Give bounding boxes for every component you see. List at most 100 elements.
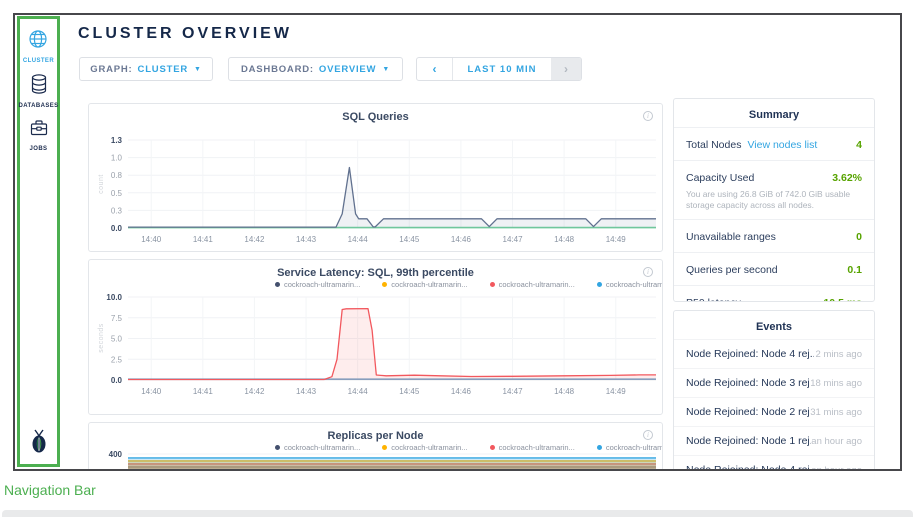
svg-text:14:47: 14:47 — [503, 387, 524, 396]
app-window: CLUSTER DATABASES — [13, 13, 902, 471]
sidebar-item-jobs[interactable]: JOBS — [29, 118, 49, 152]
replicas-per-node-chart-card: Replicas per Node i cockroach-ultramarin… — [88, 422, 663, 471]
svg-text:14:46: 14:46 — [451, 387, 472, 396]
events-panel: Events Node Rejoined: Node 4 rej...2 min… — [673, 310, 875, 471]
svg-text:0.8: 0.8 — [111, 171, 123, 180]
time-next-button-disabled: › — [551, 58, 581, 80]
svg-text:14:44: 14:44 — [348, 387, 369, 396]
event-row[interactable]: Node Rejoined: Node 4 rej...an hour ago — [674, 455, 874, 471]
chart-plot: 10.0 7.5 5.0 2.5 0.0 14:40 14:41 14:42 14:43 14:4… — [89, 260, 662, 415]
svg-text:5.0: 5.0 — [111, 335, 123, 344]
summary-panel: Summary Total Nodes View nodes list 4 Capac… — [673, 98, 875, 302]
event-time: 18 mins ago — [810, 378, 862, 389]
svg-text:0.5: 0.5 — [111, 189, 123, 198]
sidebar-item-label: CLUSTER — [23, 58, 54, 64]
summary-row-label: P50 latency — [686, 297, 741, 302]
summary-row-value: 10.5 ms — [823, 297, 862, 302]
chevron-down-icon: ▼ — [194, 66, 202, 73]
svg-text:14:43: 14:43 — [296, 387, 317, 396]
svg-text:0.3: 0.3 — [111, 206, 123, 215]
sidebar-item-databases[interactable]: DATABASES — [18, 73, 58, 109]
cockroachdb-logo — [26, 428, 52, 459]
svg-text:14:43: 14:43 — [296, 235, 317, 244]
dashboard-dropdown-label: DASHBOARD: — [241, 64, 314, 75]
svg-text:10.0: 10.0 — [106, 293, 122, 302]
svg-text:14:40: 14:40 — [141, 387, 162, 396]
event-row[interactable]: Node Rejoined: Node 1 rej...an hour ago — [674, 426, 874, 455]
summary-row-label: Queries per second — [686, 264, 778, 276]
page-bottom-bar — [2, 510, 913, 517]
service-latency-chart-card: Service Latency: SQL, 99th percentile i … — [88, 259, 663, 415]
svg-text:400: 400 — [109, 450, 123, 459]
event-row[interactable]: Node Rejoined: Node 3 rej...18 mins ago — [674, 368, 874, 397]
svg-text:2.5: 2.5 — [111, 355, 123, 364]
time-prev-button[interactable]: ‹ — [417, 58, 453, 80]
svg-text:0.0: 0.0 — [111, 224, 123, 233]
navigation-bar: CLUSTER DATABASES — [17, 16, 60, 467]
summary-row: Unavailable ranges 0 — [674, 219, 874, 252]
event-row[interactable]: Node Rejoined: Node 2 rej...31 mins ago — [674, 397, 874, 426]
summary-row-label: Capacity Used — [686, 172, 754, 184]
event-time: an hour ago — [811, 465, 862, 472]
summary-row-label: Total Nodes — [686, 139, 741, 151]
dashboard-dropdown[interactable]: DASHBOARD: OVERVIEW ▼ — [228, 57, 403, 81]
time-range-value[interactable]: LAST 10 MIN — [453, 58, 551, 80]
svg-text:1.3: 1.3 — [111, 136, 123, 145]
event-row[interactable]: Node Rejoined: Node 4 rej...2 mins ago — [674, 339, 874, 368]
chart-plot: 1.3 1.0 0.8 0.5 0.3 0.0 14:40 14:41 14:42 14:43 14… — [89, 104, 662, 252]
svg-text:14:45: 14:45 — [399, 235, 420, 244]
svg-text:14:45: 14:45 — [399, 387, 420, 396]
view-nodes-list-link[interactable]: View nodes list — [747, 139, 817, 151]
svg-text:14:41: 14:41 — [193, 387, 214, 396]
svg-text:14:48: 14:48 — [554, 235, 575, 244]
summary-row: Total Nodes View nodes list 4 — [674, 127, 874, 160]
summary-row: P50 latency 10.5 ms — [674, 285, 874, 302]
svg-text:14:40: 14:40 — [141, 235, 162, 244]
events-title: Events — [674, 311, 874, 339]
summary-row-label: Unavailable ranges — [686, 231, 776, 243]
summary-row: Queries per second 0.1 — [674, 252, 874, 285]
event-time: 31 mins ago — [810, 407, 862, 418]
sidebar-item-label: DATABASES — [18, 103, 58, 109]
svg-text:count: count — [98, 174, 105, 194]
sql-queries-chart-card: SQL Queries i 1.31.00.80.50.30.014:4014:… — [88, 103, 663, 252]
event-text: Node Rejoined: Node 4 rej... — [686, 348, 814, 360]
svg-text:14:47: 14:47 — [503, 235, 524, 244]
chevron-down-icon: ▼ — [382, 66, 390, 73]
time-range-selector: ‹ LAST 10 MIN › — [416, 57, 582, 81]
svg-text:14:49: 14:49 — [606, 387, 627, 396]
capacity-note: You are using 26.8 GiB of 742.0 GiB usab… — [674, 189, 874, 219]
globe-icon — [27, 28, 49, 55]
event-text: Node Rejoined: Node 3 rej... — [686, 377, 810, 389]
svg-text:14:42: 14:42 — [244, 235, 265, 244]
dashboard-dropdown-value: OVERVIEW — [319, 64, 376, 75]
event-time: 2 mins ago — [816, 349, 862, 360]
svg-text:14:44: 14:44 — [348, 235, 369, 244]
page-title: CLUSTER OVERVIEW — [78, 25, 292, 43]
summary-row-value: 3.62% — [832, 172, 862, 184]
svg-text:1.0: 1.0 — [111, 154, 123, 163]
svg-text:14:48: 14:48 — [554, 387, 575, 396]
summary-row-value: 0.1 — [847, 264, 862, 276]
database-icon — [29, 73, 49, 100]
event-text: Node Rejoined: Node 2 rej... — [686, 406, 810, 418]
summary-title: Summary — [674, 99, 874, 127]
briefcase-icon — [29, 118, 49, 143]
summary-row-value: 0 — [856, 231, 862, 243]
annotation-navigation-bar-label: Navigation Bar — [4, 482, 96, 498]
sidebar-item-label: JOBS — [30, 146, 48, 152]
svg-text:7.5: 7.5 — [111, 314, 123, 323]
graph-dropdown-label: GRAPH: — [90, 64, 132, 75]
svg-text:14:41: 14:41 — [193, 235, 214, 244]
event-text: Node Rejoined: Node 4 rej... — [686, 464, 811, 471]
event-text: Node Rejoined: Node 1 rej... — [686, 435, 811, 447]
graph-dropdown-value: CLUSTER — [138, 64, 188, 75]
svg-text:seconds: seconds — [98, 323, 105, 353]
svg-text:14:42: 14:42 — [244, 387, 265, 396]
graph-dropdown[interactable]: GRAPH: CLUSTER ▼ — [79, 57, 213, 81]
summary-row-value: 4 — [856, 139, 862, 151]
svg-text:0.0: 0.0 — [111, 376, 123, 385]
svg-text:14:46: 14:46 — [451, 235, 472, 244]
chart-plot: 400 — [89, 423, 662, 471]
sidebar-item-cluster[interactable]: CLUSTER — [23, 28, 54, 64]
